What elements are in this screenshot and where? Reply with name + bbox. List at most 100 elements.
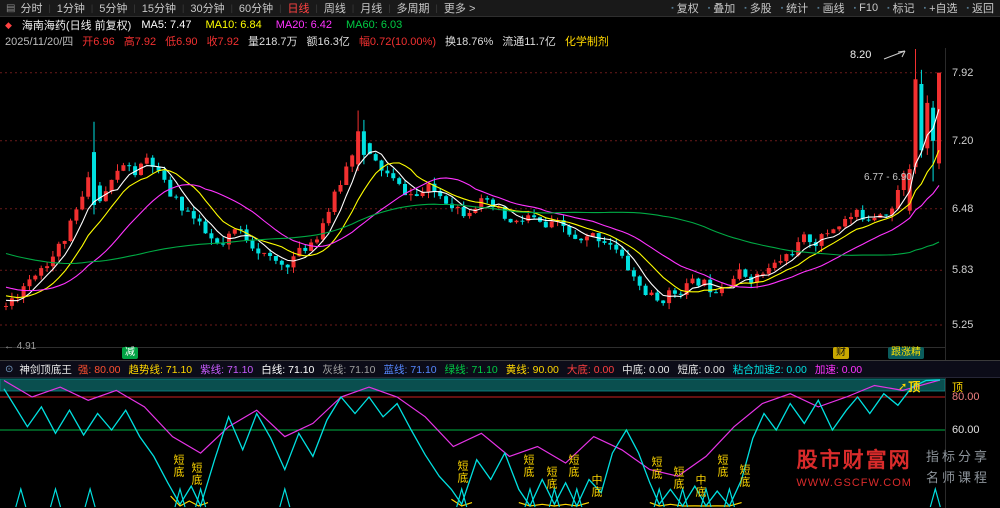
btn-adjust-label: 复权: [677, 0, 699, 16]
separator: |: [133, 3, 135, 13]
tab-timeline[interactable]: 分时: [20, 0, 42, 16]
tab-weekly[interactable]: 周线: [324, 0, 346, 16]
indicator-field-12: 粘合加速2: 0.00: [733, 362, 807, 377]
toolbar: ▤ 分时|1分钟|5分钟|15分钟|30分钟|60分钟|日线|周线|月线|多周期…: [0, 0, 1000, 17]
top-signal-label: 顶: [908, 378, 920, 395]
btn-overlay-icon: ▪: [708, 5, 710, 12]
btn-statistics-icon: ▪: [781, 5, 783, 12]
tab-1min[interactable]: 1分钟: [57, 0, 85, 16]
bottom-signal-label: 短底: [716, 454, 727, 478]
indicator-axis-label-3: 60.00: [952, 424, 980, 436]
tab-monthly[interactable]: 月线: [360, 0, 382, 16]
price-axis: 7.927.206.485.835.25: [945, 48, 1000, 360]
watermark-title: 股市财富网: [796, 444, 912, 474]
ma-value-4: MA60: 6.03: [346, 19, 402, 31]
tab-multi-period[interactable]: 多周期: [397, 0, 430, 16]
ma-value-2: MA10: 6.84: [205, 19, 261, 31]
indicator-field-4: 白线: 71.10: [261, 362, 314, 377]
bottom-signal-label: 短底: [190, 462, 201, 486]
bottom-signal-label: 短底: [456, 460, 467, 484]
btn-adjust[interactable]: ▪ 复权: [671, 0, 698, 16]
watermark-tag2: 名师课程: [926, 467, 990, 488]
tab-5min[interactable]: 5分钟: [99, 0, 127, 16]
toolbar-left: 分时|1分钟|5分钟|15分钟|30分钟|60分钟|日线|周线|月线|多周期|更…: [20, 0, 475, 16]
up-arrow-icon: ➚: [898, 380, 907, 393]
btn-draw-line-icon: ▪: [817, 5, 819, 12]
indicator-panel[interactable]: 顶80.0060.00 ➚ 顶 短底短底短底短底短底短底中底短底短底中底短底短底…: [0, 378, 1000, 508]
bottom-signal-label: 短底: [545, 466, 556, 490]
bottom-signal-label: 短底: [672, 466, 683, 490]
chart-markers: 减 财 跟涨精: [0, 346, 945, 360]
high-annotation: 8.20: [850, 49, 871, 61]
btn-draw-line[interactable]: ▪ 画线: [817, 0, 844, 16]
bottom-signal-label: 短底: [172, 454, 183, 478]
btn-back[interactable]: ▪返回: [967, 0, 994, 16]
candlestick-chart[interactable]: [0, 48, 945, 360]
stock-icon: ◆: [5, 20, 12, 31]
price-axis-label: 6.48: [952, 203, 973, 215]
quote-field-7: 额16.3亿: [307, 33, 350, 49]
ma-value-3: MA20: 6.42: [276, 19, 332, 31]
btn-f10-icon: ▪: [854, 5, 856, 12]
indicator-field-11: 短底: 0.00: [677, 362, 724, 377]
tab-60min[interactable]: 60分钟: [239, 0, 273, 16]
price-axis-label: 7.20: [952, 135, 973, 147]
quote-field-5: 收7.92: [207, 33, 239, 49]
quote-field-1: 2025/11/20/四: [5, 33, 73, 49]
separator: |: [279, 3, 281, 13]
separator: |: [352, 3, 354, 13]
btn-overlay[interactable]: ▪叠加: [708, 0, 735, 16]
price-axis-label: 5.83: [952, 264, 973, 276]
marker-reduce[interactable]: 减: [122, 347, 138, 359]
menu-icon[interactable]: ▤: [6, 3, 15, 14]
indicator-field-1: 强: 80.00: [78, 362, 121, 377]
toolbar-right: ▪复权▪叠加▪多股▪统计▪画线▪F10▪标记▪+自选▪返回: [671, 0, 996, 16]
ma-labels: MA5: 7.47MA10: 6.84MA20: 6.42MA60: 6.03: [141, 19, 402, 31]
btn-adjust-icon: ▪: [671, 5, 673, 12]
tab-daily[interactable]: 日线: [288, 0, 310, 16]
indicator-name[interactable]: 神剑顶底王: [19, 362, 72, 377]
quote-field-9: 换18.76%: [445, 33, 493, 49]
top-signal-marker: ➚ 顶: [898, 378, 920, 395]
btn-f10[interactable]: ▪F10: [854, 2, 878, 14]
stock-title[interactable]: 海南海药(日线 前复权): [22, 17, 131, 33]
marker-finance[interactable]: 财: [833, 347, 849, 359]
btn-statistics-label: 统计: [786, 0, 808, 16]
indicator-field-10: 中底: 0.00: [622, 362, 669, 377]
quote-field-11: 化学制剂: [565, 33, 609, 49]
separator: |: [388, 3, 390, 13]
btn-add-watchlist-label: +自选: [929, 0, 957, 16]
quote-field-6: 量218.7万: [248, 33, 298, 49]
quote-field-4: 低6.90: [165, 33, 197, 49]
bottom-signal-label: 短底: [650, 456, 661, 480]
gap-annotation: 6.77 - 6.90: [864, 172, 912, 183]
btn-add-watchlist[interactable]: ▪+自选: [924, 0, 958, 16]
tab-30min[interactable]: 30分钟: [190, 0, 224, 16]
marker-genzhangjing[interactable]: 跟涨精: [888, 347, 924, 359]
quote-bar: 2025/11/20/四开6.96高7.92低6.90收7.92量218.7万额…: [0, 33, 1000, 48]
quote-field-2: 开6.96: [82, 33, 114, 49]
btn-f10-label: F10: [859, 2, 878, 14]
separator: |: [91, 3, 93, 13]
title-bar: ◆ 海南海药(日线 前复权) MA5: 7.47MA10: 6.84MA20: …: [0, 17, 1000, 33]
btn-overlay-label: 叠加: [713, 0, 735, 16]
trading-app: ▤ 分时|1分钟|5分钟|15分钟|30分钟|60分钟|日线|周线|月线|多周期…: [0, 0, 1000, 508]
main-chart-panel[interactable]: 7.927.206.485.835.25 8.20 6.77 - 6.90 ← …: [0, 48, 1000, 360]
tab-more[interactable]: 更多 >: [444, 0, 475, 16]
separator: |: [436, 3, 438, 13]
watermark: 股市财富网 WWW.GSCFW.COM 指标分享 名师课程: [796, 444, 990, 489]
indicator-field-8: 黄线: 90.00: [506, 362, 559, 377]
tab-15min[interactable]: 15分钟: [142, 0, 176, 16]
quote-field-10: 流通11.7亿: [502, 33, 556, 49]
separator: |: [182, 3, 184, 13]
btn-multi-stock[interactable]: ▪多股: [744, 0, 771, 16]
btn-back-label: 返回: [972, 0, 994, 16]
separator: |: [48, 3, 50, 13]
btn-draw-line-label: 画线: [823, 0, 845, 16]
btn-statistics[interactable]: ▪统计: [781, 0, 808, 16]
btn-mark[interactable]: ▪标记: [887, 0, 914, 16]
indicator-field-9: 大底: 0.00: [567, 362, 614, 377]
price-axis-label: 5.25: [952, 319, 973, 331]
btn-mark-icon: ▪: [887, 5, 889, 12]
indicator-field-13: 加速: 0.00: [815, 362, 862, 377]
